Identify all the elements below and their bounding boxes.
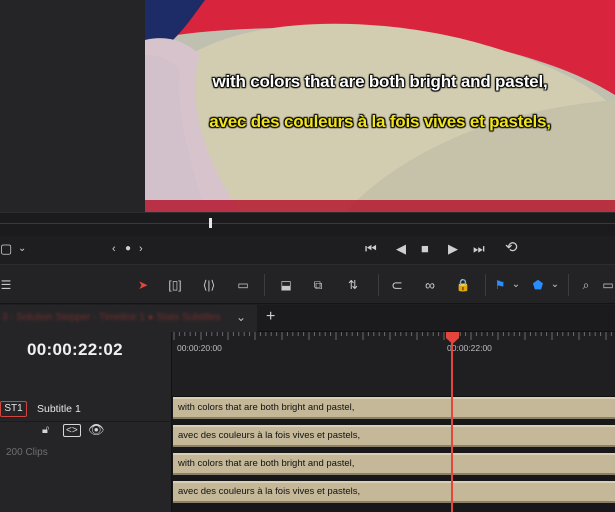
video-viewer[interactable]: with colors that are both bright and pas… (145, 0, 615, 212)
clip-count: 200 Clips (6, 447, 48, 458)
replace-clip-icon[interactable]: ⇅ (343, 277, 363, 293)
lock-icon[interactable]: 🔓︎ (42, 424, 49, 437)
current-timecode[interactable]: 00:00:22:02 (27, 340, 123, 360)
selection-tool-icon[interactable]: ➤ (133, 277, 153, 293)
track-badge[interactable]: ST1 (0, 401, 27, 417)
clip-text: avec des couleurs à la fois vives et pas… (178, 430, 361, 441)
go-to-start-icon[interactable]: ⏮ (365, 242, 377, 256)
current-clip-dot-icon[interactable]: ● (125, 242, 131, 256)
timeline-toolbar: ☰ ➤ [▯] ⟨|⟩ ▭ ⬓ ⧉ ⇅ ⊂ ∞ 🔒 ⚑ ⌄ ⬟ ⌄ ⌕ ▭ (0, 264, 615, 304)
play-reverse-icon[interactable]: ◀ (396, 242, 406, 256)
add-timeline-tab-button[interactable]: + (266, 308, 275, 326)
clip-text: with colors that are both bright and pas… (178, 458, 355, 469)
ruler-label: 00:00:20:00 (177, 343, 222, 353)
playhead-handle[interactable] (446, 332, 459, 344)
toolbar-divider (485, 274, 486, 296)
overwrite-clip-icon[interactable]: ⧉ (308, 277, 328, 293)
chevron-down-icon[interactable]: ⌄ (506, 277, 526, 293)
layout-icon[interactable]: ☰ (0, 277, 16, 293)
ruler-label: 00:00:22:00 (447, 343, 492, 353)
subtitle-clip[interactable]: with colors that are both bright and pas… (173, 397, 615, 419)
subtitle-clip[interactable]: avec des couleurs à la fois vives et pas… (173, 481, 615, 503)
eye-icon[interactable]: 👁 (88, 422, 105, 438)
transport-controls: ▢ ⌄ ‹ ● › ⏮ ◀ ■ ▶ ⏭ ⟲ (0, 236, 615, 264)
scrubber-track (0, 223, 615, 224)
snapping-icon[interactable]: ⊂ (387, 277, 407, 293)
toolbar-divider (264, 274, 265, 296)
track-name[interactable]: Subtitle 1 (37, 403, 81, 415)
insert-clip-icon[interactable]: ⬓ (276, 277, 296, 293)
blade-tool-icon[interactable]: ▭ (233, 277, 253, 293)
ruler-ticks (173, 332, 612, 340)
playhead-line[interactable] (451, 340, 453, 512)
timeline-tab-title[interactable]: 3 - Solution Stepper - Timeline 1 ● Stat… (2, 312, 220, 323)
play-icon[interactable]: ▶ (448, 242, 458, 256)
trim-edit-icon[interactable]: [▯] (165, 277, 185, 293)
previous-clip-icon[interactable]: ‹ (112, 242, 116, 256)
viewer-scrubber[interactable] (0, 212, 615, 236)
toolbar-divider (568, 274, 569, 296)
position-lock-icon[interactable]: 🔒 (453, 277, 473, 293)
subtitle-line-english: with colors that are both bright and pas… (212, 72, 548, 91)
scrubber-handle[interactable] (209, 218, 212, 228)
clip-text: avec des couleurs à la fois vives et pas… (178, 486, 361, 497)
zoom-out-icon[interactable]: ▭ (598, 277, 615, 293)
stop-icon[interactable]: ■ (421, 242, 429, 256)
subtitle-line-french: avec des couleurs à la fois vives et pas… (209, 112, 551, 131)
track-divider (0, 421, 172, 422)
dynamic-trim-icon[interactable]: ⟨|⟩ (199, 277, 219, 293)
next-clip-icon[interactable]: › (139, 242, 143, 256)
zoom-icon[interactable]: ⌕ (576, 277, 596, 293)
caption-icon[interactable]: <> (63, 424, 81, 437)
loop-icon[interactable]: ⟲ (505, 240, 518, 255)
viewer-side-panel (0, 0, 145, 212)
video-frame (145, 0, 615, 212)
chevron-down-icon[interactable]: ⌄ (18, 242, 26, 256)
subtitle-clip[interactable]: avec des couleurs à la fois vives et pas… (173, 425, 615, 447)
linked-selection-icon[interactable]: ∞ (420, 277, 440, 293)
chevron-down-icon[interactable]: ⌄ (545, 277, 565, 293)
toolbar-divider (378, 274, 379, 296)
go-to-end-icon[interactable]: ⏭ (473, 242, 485, 256)
clip-text: with colors that are both bright and pas… (178, 402, 355, 413)
subtitle-clip[interactable]: with colors that are both bright and pas… (173, 453, 615, 475)
chevron-down-icon[interactable]: ⌄ (236, 310, 246, 324)
viewer-mode-icon[interactable]: ▢ (0, 242, 12, 256)
